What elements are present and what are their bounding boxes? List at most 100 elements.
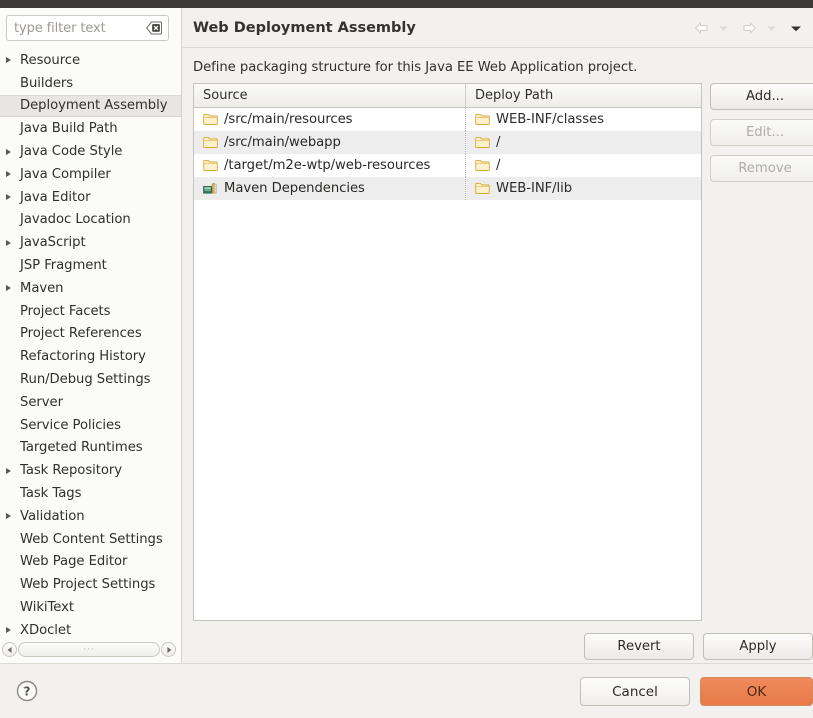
sidebar-horizontal-scrollbar[interactable]: ···	[2, 641, 176, 658]
page-action-buttons: Revert Apply	[183, 630, 813, 663]
svg-text:?: ?	[24, 685, 31, 699]
cell-source-text: /target/m2e-wtp/web-resources	[224, 158, 431, 173]
cell-deploy-path-text: /	[496, 158, 501, 173]
sidebar-item-xdoclet[interactable]: XDoclet	[0, 619, 181, 642]
cell-deploy-path-text: /	[496, 135, 501, 150]
sidebar-item-task-repository[interactable]: Task Repository	[0, 459, 181, 482]
cell-deploy-path[interactable]: WEB-INF/lib	[466, 177, 701, 200]
sidebar-item-label: Java Editor	[20, 189, 91, 205]
sidebar-item-validation[interactable]: Validation	[0, 505, 181, 528]
dialog-buttons: Cancel OK	[580, 677, 813, 706]
sidebar-item-deployment-assembly[interactable]: Deployment Assembly	[0, 94, 181, 118]
arrow-right-icon[interactable]	[161, 642, 176, 657]
sidebar-item-project-references[interactable]: Project References	[0, 323, 181, 346]
sidebar-item-label: Project Facets	[20, 303, 111, 319]
apply-button[interactable]: Apply	[703, 633, 813, 660]
properties-dialog: type filter text Resource Builders Deploym…	[0, 0, 813, 718]
sidebar-item-service-policies[interactable]: Service Policies	[0, 414, 181, 437]
cell-deploy-path[interactable]: WEB-INF/classes	[466, 108, 701, 131]
folder-icon	[203, 136, 224, 149]
revert-button[interactable]: Revert	[584, 633, 694, 660]
column-header-deploy-path[interactable]: Deploy Path	[466, 84, 701, 107]
folder-icon	[475, 182, 496, 195]
chevron-right-icon[interactable]	[6, 513, 11, 520]
cell-source[interactable]: /src/main/webapp	[194, 131, 466, 154]
sidebar-item-label: Task Repository	[20, 463, 123, 479]
folder-icon	[475, 113, 496, 126]
sidebar-item-label: Validation	[20, 508, 85, 524]
cell-source-text: Maven Dependencies	[224, 181, 365, 196]
sidebar-item-java-editor[interactable]: Java Editor	[0, 186, 181, 209]
sidebar-item-wikitext[interactable]: WikiText	[0, 596, 181, 619]
chevron-right-icon[interactable]	[6, 285, 11, 292]
sidebar-item-web-content-settings[interactable]: Web Content Settings	[0, 528, 181, 551]
sidebar-item-refactoring-history[interactable]: Refactoring History	[0, 345, 181, 368]
sidebar-item-web-project-settings[interactable]: Web Project Settings	[0, 573, 181, 596]
back-arrow-icon[interactable]	[694, 21, 709, 35]
sidebar-item-label: Service Policies	[20, 417, 121, 433]
sidebar-item-web-page-editor[interactable]: Web Page Editor	[0, 551, 181, 574]
column-header-source[interactable]: Source	[194, 84, 466, 107]
sidebar-item-run-debug-settings[interactable]: Run/Debug Settings	[0, 368, 181, 391]
table-row[interactable]: /target/m2e-wtp/web-resources /	[194, 154, 701, 177]
cell-deploy-path[interactable]: /	[466, 131, 701, 154]
cell-deploy-path-text: WEB-INF/classes	[496, 112, 604, 127]
page-title: Web Deployment Assembly	[193, 20, 416, 36]
chevron-right-icon[interactable]	[6, 194, 11, 201]
sidebar-item-server[interactable]: Server	[0, 391, 181, 414]
sidebar-item-targeted-runtimes[interactable]: Targeted Runtimes	[0, 437, 181, 460]
table-row[interactable]: /src/main/webapp /	[194, 131, 701, 154]
sidebar-item-label: JSP Fragment	[20, 258, 107, 274]
cell-source[interactable]: Maven Dependencies	[194, 177, 466, 200]
cell-source[interactable]: /target/m2e-wtp/web-resources	[194, 154, 466, 177]
deployment-assembly-table[interactable]: Source Deploy Path /src/main/resources WE…	[193, 83, 702, 621]
sidebar-item-label: Run/Debug Settings	[20, 372, 151, 388]
back-dropdown-icon[interactable]	[718, 21, 733, 35]
arrow-left-icon[interactable]	[2, 642, 17, 657]
add-button[interactable]: Add...	[710, 83, 813, 110]
sidebar-item-javadoc-location[interactable]: Javadoc Location	[0, 209, 181, 232]
table-row[interactable]: /src/main/resources WEB-INF/classes	[194, 108, 701, 131]
settings-tree[interactable]: Resource Builders Deployment Assembly Java …	[0, 49, 181, 649]
sidebar-item-label: Web Project Settings	[20, 577, 156, 593]
clear-x-icon[interactable]	[145, 21, 162, 35]
sidebar-item-maven[interactable]: Maven	[0, 277, 181, 300]
forward-arrow-icon[interactable]	[742, 21, 757, 35]
sidebar-item-resource[interactable]: Resource	[0, 49, 181, 72]
table-row[interactable]: Maven Dependencies WEB-INF/lib	[194, 177, 701, 200]
scrollbar-grip: ···	[83, 644, 95, 655]
sidebar-item-label: Java Code Style	[20, 144, 123, 160]
chevron-right-icon[interactable]	[6, 239, 11, 246]
sidebar-item-task-tags[interactable]: Task Tags	[0, 482, 181, 505]
chevron-right-icon[interactable]	[6, 57, 11, 64]
search-input[interactable]: type filter text	[6, 15, 169, 41]
sidebar-item-java-compiler[interactable]: Java Compiler	[0, 163, 181, 186]
sidebar-item-java-build-path[interactable]: Java Build Path	[0, 117, 181, 140]
page-nav-icons	[694, 21, 805, 35]
chevron-right-icon[interactable]	[6, 467, 11, 474]
sidebar-item-javascript[interactable]: JavaScript	[0, 231, 181, 254]
chevron-right-icon[interactable]	[6, 148, 11, 155]
chevron-right-icon[interactable]	[6, 627, 11, 634]
sidebar-item-project-facets[interactable]: Project Facets	[0, 300, 181, 323]
table-action-buttons: Add... Edit... Remove	[710, 83, 813, 182]
scrollbar-thumb[interactable]: ···	[18, 642, 160, 657]
cancel-button[interactable]: Cancel	[580, 677, 690, 706]
help-question-icon[interactable]: ?	[15, 679, 39, 703]
chevron-right-icon[interactable]	[6, 171, 11, 178]
forward-dropdown-icon[interactable]	[766, 21, 781, 35]
library-icon	[203, 182, 224, 195]
cell-source[interactable]: /src/main/resources	[194, 108, 466, 131]
menu-dropdown-icon[interactable]	[790, 21, 805, 35]
cell-deploy-path-text: WEB-INF/lib	[496, 181, 573, 196]
sidebar-item-label: Refactoring History	[20, 349, 146, 365]
sidebar-item-label: Targeted Runtimes	[20, 440, 143, 456]
ok-button[interactable]: OK	[700, 677, 813, 706]
cell-deploy-path[interactable]: /	[466, 154, 701, 177]
sidebar-item-builders[interactable]: Builders	[0, 72, 181, 95]
sidebar-item-java-code-style[interactable]: Java Code Style	[0, 140, 181, 163]
scrollbar-trough[interactable]: ···	[18, 642, 160, 657]
sidebar-item-jsp-fragment[interactable]: JSP Fragment	[0, 254, 181, 277]
folder-icon	[475, 136, 496, 149]
edit-button: Edit...	[710, 119, 813, 146]
